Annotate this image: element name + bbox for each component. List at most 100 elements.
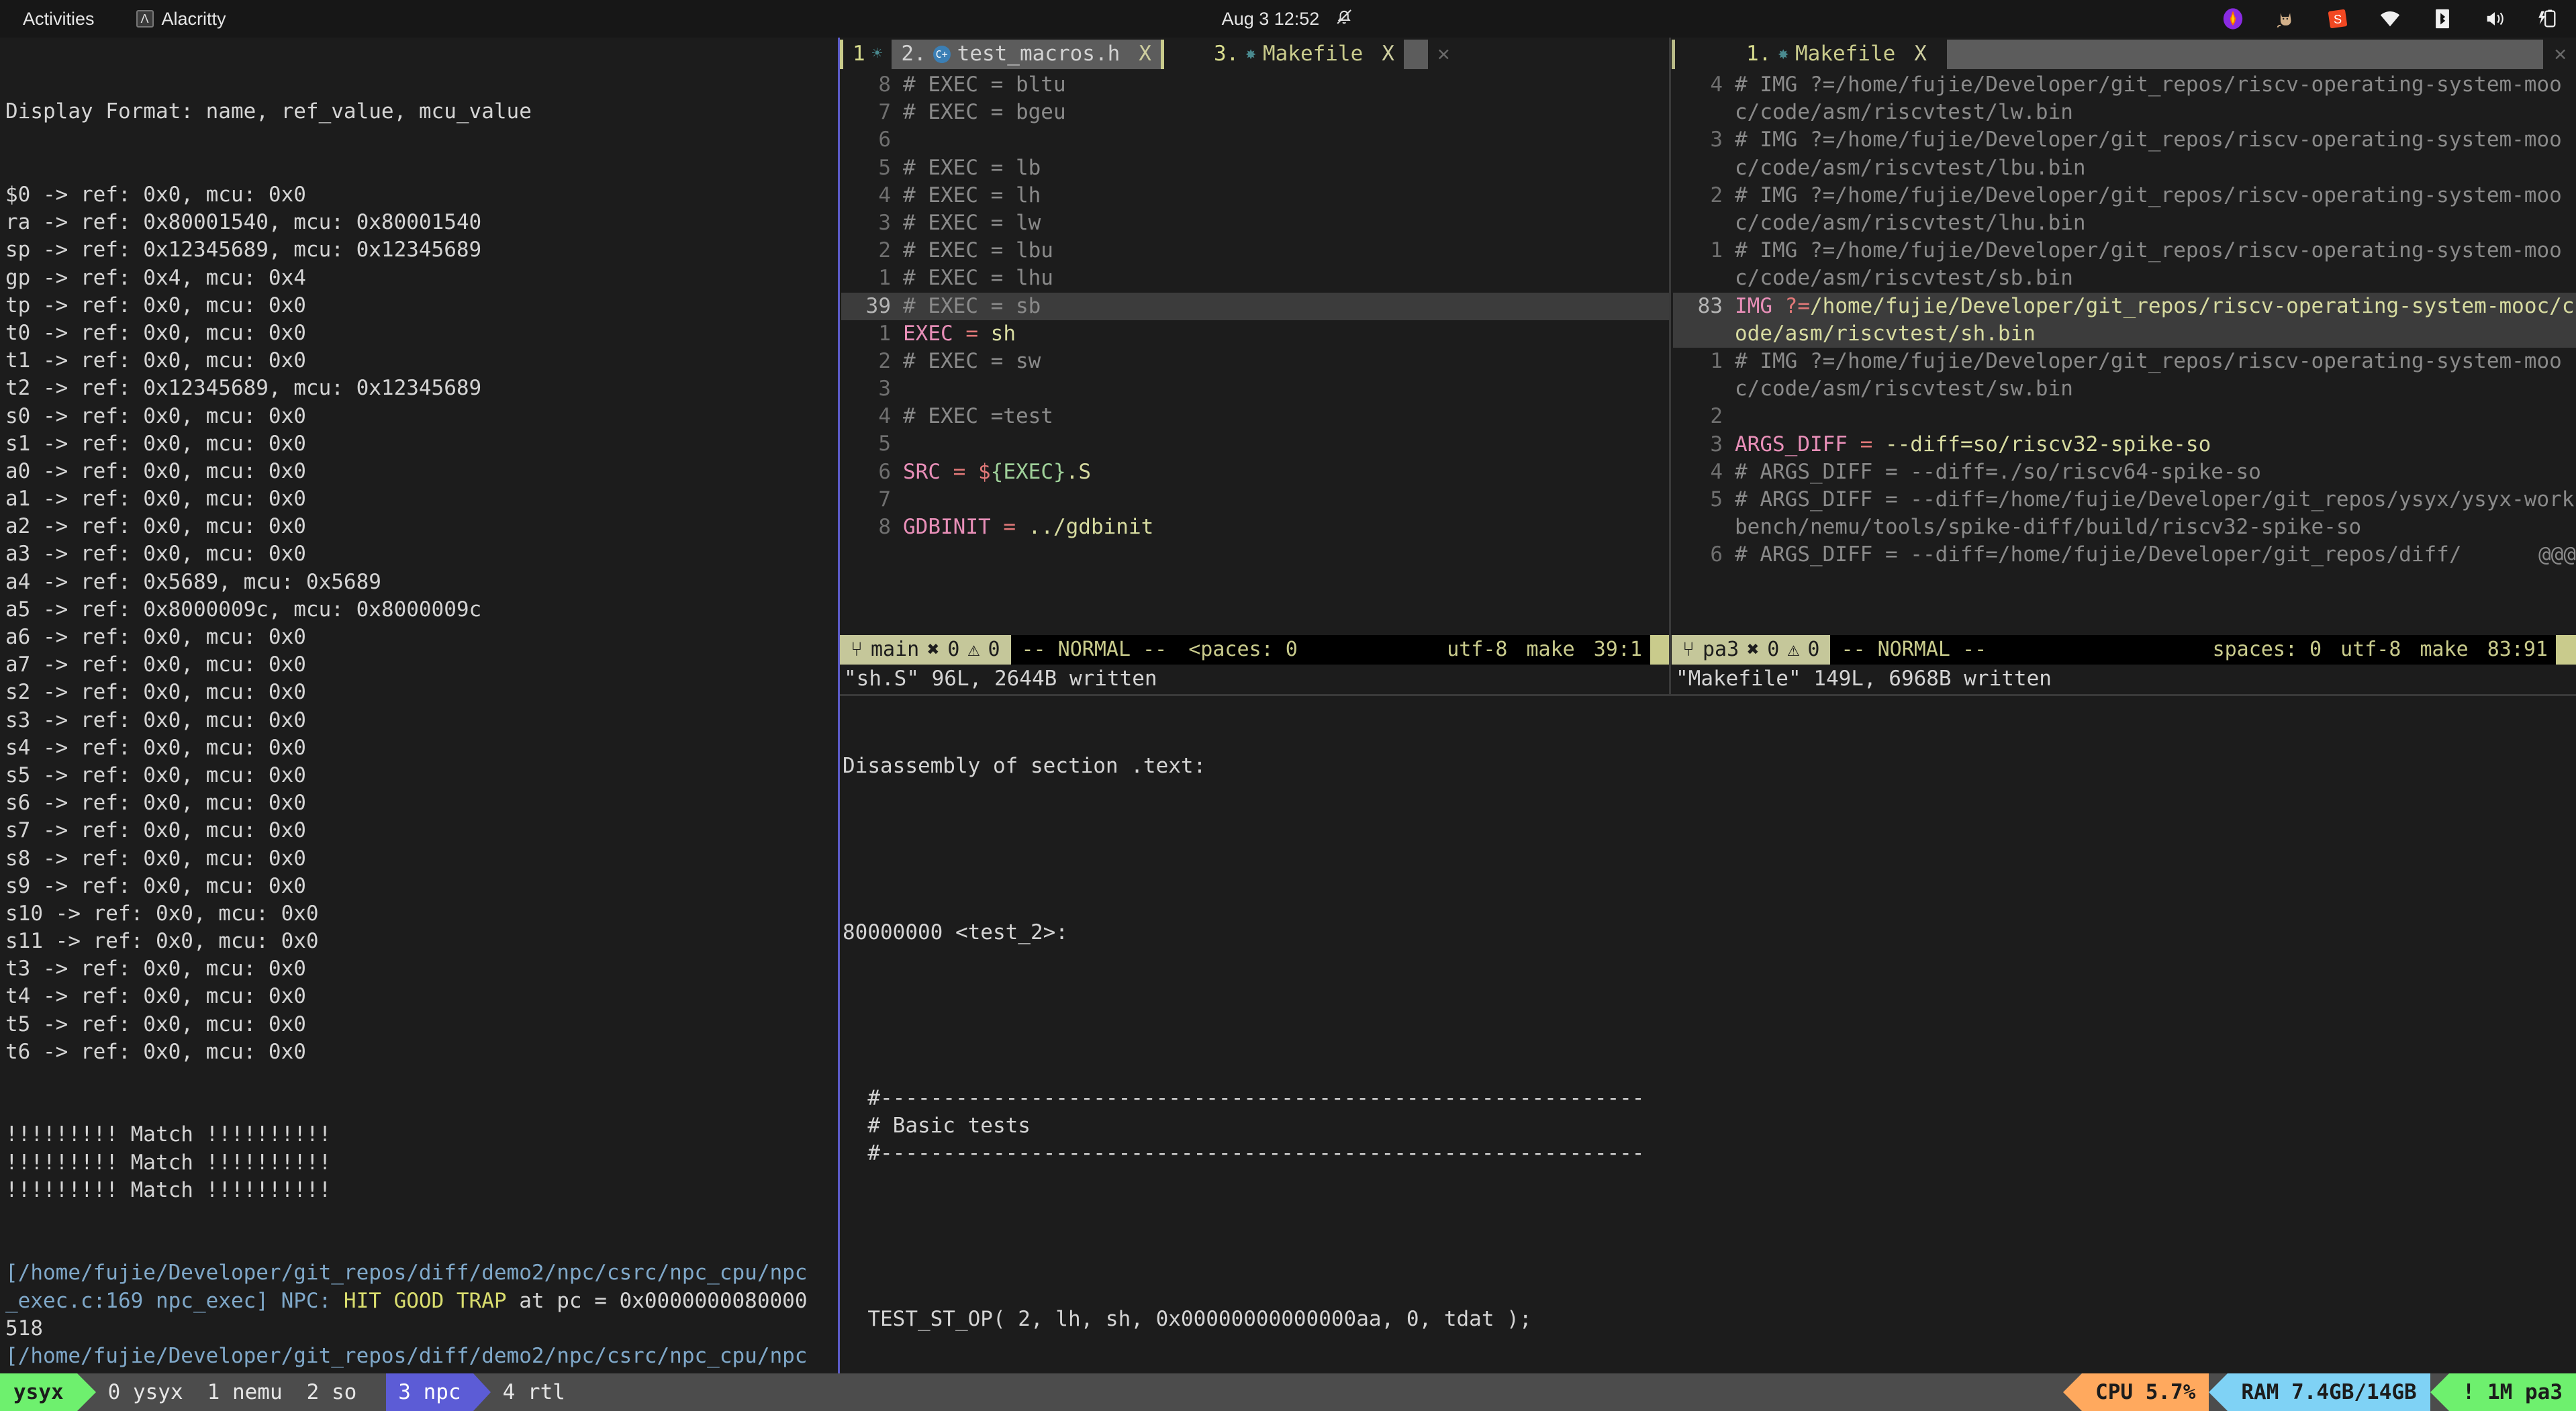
cpu-usage-badge: CPU 5.7% [2082,1373,2209,1411]
code-line-text: # IMG ?=/home/fujie/Developer/git_repos/… [1735,238,2562,291]
editor-buffer-middle[interactable]: 8 # EXEC = bltu 7 # EXEC = bgeu 6 5 # EXEC = l… [840,71,1670,541]
register-row: a3 -> ref: 0x0, mcu: 0x0 [5,542,306,567]
tmux-session-label: ysyx [13,1380,64,1404]
tab-close-icon[interactable]: X [1139,40,1151,68]
editor-pane-middle[interactable]: 1 ☀ 2. C+ test_macros.h X 3. ✸ Makefile … [840,38,1670,695]
tabline-gray-block [1403,40,1428,69]
editor-pane-right[interactable]: 1. ✸ Makefile X ✕ 4 # IMG ?=/home/fujie/D… [1672,38,2576,695]
tmux-window-ysyx[interactable]: 0 ysyx [96,1380,195,1404]
tabline-close-all-icon[interactable]: ✕ [1428,40,1460,68]
code-line[interactable]: 5 [841,430,1670,458]
sogou-input-icon[interactable]: S [2326,7,2349,30]
code-line[interactable]: 1 # IMG ?=/home/fujie/Developer/git_repos… [1673,237,2576,292]
svg-text:S: S [2334,12,2342,26]
firefox-icon[interactable] [2222,7,2244,30]
match-line: !!!!!!!!! Match !!!!!!!!!! [5,1122,332,1147]
code-line[interactable]: 3 ARGS_DIFF = --diff=so/riscv32-spike-so [1673,431,2576,458]
register-row: s11 -> ref: 0x0, mcu: 0x0 [5,929,319,954]
statusline-cursor [1650,635,1670,665]
code-line[interactable]: 6 [841,126,1670,154]
code-line[interactable]: 39 # EXEC = sb [841,292,1670,320]
line-number: 2 [878,348,891,373]
code-line[interactable]: 7 [841,486,1670,514]
code-line[interactable]: 2 # IMG ?=/home/fujie/Developer/git_repos… [1673,182,2576,237]
ram-usage-badge: RAM 7.4GB/14GB [2228,1373,2430,1411]
code-line[interactable]: 6 SRC = ${EXEC}.S [841,458,1670,486]
tmux-session-arrow [77,1373,96,1411]
bluetooth-icon[interactable] [2431,7,2454,30]
code-line-text: # ARGS_DIFF = --diff=./so/riscv64-spike-… [1735,459,2261,484]
code-line[interactable]: 3 [841,375,1670,403]
code-line[interactable]: 3 # EXEC = lw [841,209,1670,237]
tab-index-label: 1. [1746,42,1772,66]
tab-makefile-middle[interactable]: 3. ✸ Makefile X [1204,40,1404,69]
code-line[interactable]: 1 # IMG ?=/home/fujie/Developer/git_repos… [1673,348,2576,403]
code-line[interactable]: 4 # IMG ?=/home/fujie/Developer/git_repos… [1673,71,2576,126]
editor-buffer-right[interactable]: 4 # IMG ?=/home/fujie/Developer/git_repos… [1672,71,2576,569]
clock-menu[interactable]: Aug 3 12:52 [1222,7,1355,32]
code-line[interactable]: 8 # EXEC = bltu [841,71,1670,99]
register-row: a5 -> ref: 0x8000009c, mcu: 0x8000009c [5,597,482,622]
register-row: s0 -> ref: 0x0, mcu: 0x0 [5,403,306,428]
system-tray[interactable]: S [2222,7,2559,30]
line-number: 1 [878,266,891,291]
gear-icon: ✸ [1245,44,1256,64]
editor-message-middle: "sh.S" 96L, 2644B written [844,667,1157,691]
vim-mode-label: -- NORMAL -- [1021,638,1167,662]
app-menu[interactable]: Λ Alacritty [136,9,226,30]
disassembly-pane[interactable]: Disassembly of section .text: 80000000 <… [840,697,2576,1373]
code-line[interactable]: 5 # EXEC = lb [841,154,1670,182]
npc-output-pane[interactable]: Display Format: name, ref_value, mcu_val… [0,38,838,1373]
tab-test-macros-h[interactable]: 2. C+ test_macros.h X [892,40,1161,69]
register-row: s7 -> ref: 0x0, mcu: 0x0 [5,818,306,843]
code-line-text: # EXEC = lb [903,155,1041,180]
code-line[interactable]: 1 EXEC = sh [841,320,1670,348]
tmux-session-name[interactable]: ysyx [0,1373,77,1411]
wifi-icon[interactable] [2379,7,2401,30]
activities-button[interactable]: Activities [23,9,95,30]
statusline-right: ⑂ pa3 ✖ 0 ⚠ 0 -- NORMAL -- spaces: 0 utf… [1672,635,2576,665]
tab-close-icon[interactable]: X [1914,40,1927,68]
code-line[interactable]: 8 GDBINIT = ../gdbinit [841,514,1670,541]
ram-arrow [2209,1373,2228,1411]
code-line[interactable]: 3 # IMG ?=/home/fujie/Developer/git_repos… [1673,126,2576,181]
tmux-window-nemu[interactable]: 1 nemu [195,1380,295,1404]
tab-buffer-1[interactable]: 1 ☀ [843,40,892,69]
disasm-banner-line: # Basic tests [843,1113,1031,1138]
tmux-window-so[interactable]: 2 so [295,1380,369,1404]
register-row: t2 -> ref: 0x12345689, mcu: 0x12345689 [5,376,482,401]
code-line[interactable]: 4 # ARGS_DIFF = --diff=./so/riscv64-spike… [1673,458,2576,486]
editor-tabline-right[interactable]: 1. ✸ Makefile X ✕ [1672,38,2576,71]
code-line[interactable]: 2 # EXEC = lbu [841,237,1670,264]
register-row: s9 -> ref: 0x0, mcu: 0x0 [5,873,306,898]
pane-divider-horizontal[interactable] [840,694,2576,696]
tmux-status-bar[interactable]: ysyx 0 ysyx 1 nemu 2 so 3 npc 4 rtl CPU 5.7%… [0,1373,2576,1411]
git-branch-indicator: ⑂ main ✖ 0 ⚠ 0 [840,635,1011,665]
display-format-header: Display Format: name, ref_value, mcu_val… [5,99,532,124]
tab-close-icon[interactable]: X [1382,40,1394,68]
tmux-window-rtl[interactable]: 4 rtl [491,1380,577,1404]
editor-tabline-middle[interactable]: 1 ☀ 2. C+ test_macros.h X 3. ✸ Makefile … [840,38,1670,71]
code-line[interactable]: 4 # EXEC = lh [841,182,1670,209]
code-line[interactable]: 7 # EXEC = bgeu [841,99,1670,126]
tmux-window-list[interactable]: 0 ysyx 1 nemu 2 so 3 npc 4 rtl [96,1373,577,1411]
cat-icon[interactable] [2274,7,2297,30]
register-row: s8 -> ref: 0x0, mcu: 0x0 [5,846,306,871]
code-line[interactable]: 2 # EXEC = sw [841,348,1670,375]
line-number: 5 [1710,487,1723,512]
code-line-text: # IMG ?=/home/fujie/Developer/git_repos/… [1735,128,2562,180]
register-row: t0 -> ref: 0x0, mcu: 0x0 [5,320,306,345]
code-line[interactable]: 83 IMG ?=/home/fujie/Developer/git_repos/… [1673,292,2576,348]
match-result-list: !!!!!!!!! Match !!!!!!!!!!!!!!!!!!! Matc… [5,1121,838,1204]
battery-icon[interactable] [2536,7,2559,30]
code-line[interactable]: 4 # EXEC =test [841,403,1670,430]
code-line[interactable]: 1 # EXEC = lhu [841,264,1670,292]
volume-icon[interactable] [2483,7,2506,30]
code-line[interactable]: 2 [1673,403,2576,430]
pane-divider-editors[interactable] [1669,38,1671,695]
code-line[interactable]: 5 # ARGS_DIFF = --diff=/home/fujie/Develo… [1673,486,2576,541]
code-line[interactable]: 6 # ARGS_DIFF = --diff=/home/fujie/Develo… [1673,541,2576,569]
tabline-close-all-icon[interactable]: ✕ [2554,40,2576,68]
tab-makefile-right[interactable]: 1. ✸ Makefile X [1737,40,1936,69]
tmux-window-npc[interactable]: 3 npc [386,1373,473,1411]
